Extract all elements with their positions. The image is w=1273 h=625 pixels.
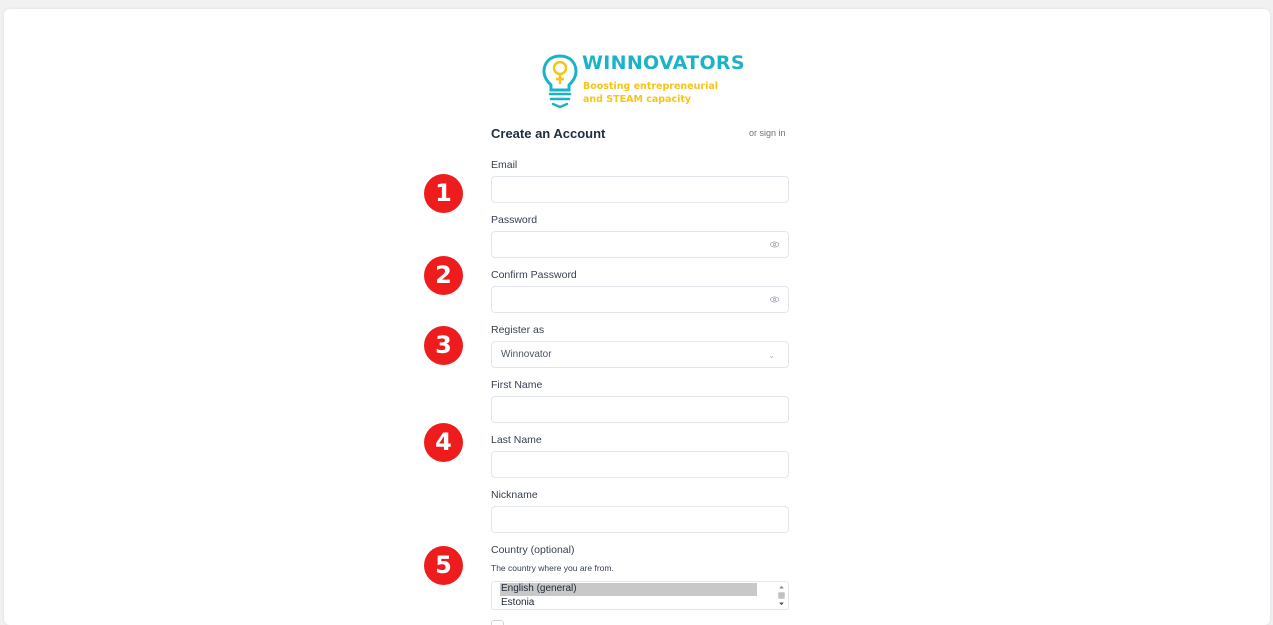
step-badge-2: 2 (424, 256, 463, 295)
brand-logo: WINNOVATORS Boosting entrepreneurial and… (540, 52, 750, 112)
sign-in-link[interactable]: or sign in (749, 128, 786, 138)
nickname-field[interactable] (491, 506, 789, 533)
show-password-icon[interactable] (770, 240, 779, 249)
country-option-selected[interactable]: English (general) (500, 583, 757, 596)
password-field[interactable] (491, 231, 789, 258)
listbox-scrollbar[interactable] (775, 582, 788, 609)
password-label: Password (491, 214, 538, 226)
country-label: Country (optional) (491, 544, 575, 556)
step-badge-3: 3 (424, 326, 463, 365)
last-name-field[interactable] (491, 451, 789, 478)
step-badge-1: 1 (424, 174, 463, 213)
step-badge-4: 4 (424, 423, 463, 462)
lightbulb-icon (542, 54, 578, 109)
confirm-password-label: Confirm Password (491, 269, 577, 281)
chevron-down-icon: ⌄ (768, 351, 775, 360)
checkbox[interactable] (491, 620, 504, 625)
confirm-password-field[interactable] (491, 286, 789, 313)
register-as-value: Winnovator (501, 349, 552, 360)
email-field[interactable] (491, 176, 789, 203)
brand-name: WINNOVATORS (582, 52, 745, 74)
step-badge-5: 5 (424, 546, 463, 585)
show-confirm-password-icon[interactable] (770, 295, 779, 304)
country-hint: The country where you are from. (491, 563, 614, 573)
country-listbox[interactable]: English (general) Estonia (491, 581, 789, 610)
tagline-line-2: and STEAM capacity (583, 94, 692, 105)
email-label: Email (491, 159, 518, 171)
brand-tagline: Boosting entrepreneurial and STEAM capac… (583, 80, 718, 106)
last-name-label: Last Name (491, 434, 542, 446)
first-name-label: First Name (491, 379, 543, 391)
tagline-line-1: Boosting entrepreneurial (583, 81, 718, 92)
nickname-label: Nickname (491, 489, 538, 501)
register-as-label: Register as (491, 324, 545, 336)
form-title: Create an Account (491, 126, 606, 141)
country-option[interactable]: Estonia (500, 597, 534, 608)
register-as-select[interactable]: Winnovator ⌄ (491, 341, 789, 368)
first-name-field[interactable] (491, 396, 789, 423)
